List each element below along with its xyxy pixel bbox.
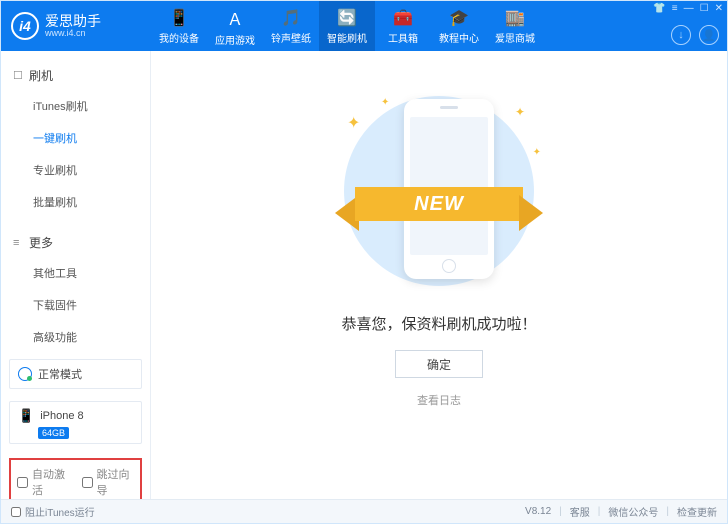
star-icon: ✦ (347, 113, 360, 133)
section-icon: ≡ (13, 237, 25, 249)
auto-activate-input[interactable] (17, 477, 28, 488)
nav-bar: 📱 我的设备 Ａ 应用游戏 🎵 铃声壁纸 🔄 智能刷机 🧰 工具箱 🎓 教程中心 🏬 爱思商城 (151, 1, 543, 51)
wardrobe-icon[interactable]: 👕 (653, 3, 665, 14)
main-content: ✦ ✦ ✦ ✦ NEW 恭喜您，保资料刷机成功啦！ 确定 查看日志 (151, 51, 727, 499)
download-icon[interactable]: ↓ (671, 25, 691, 45)
nav-label: 爱思商城 (495, 30, 535, 45)
section-icon: ☐ (13, 69, 25, 82)
menu-icon[interactable]: ≡ (672, 3, 678, 14)
nav-icon: 🔄 (337, 8, 357, 28)
skip-guide-input[interactable] (82, 477, 93, 488)
nav-item-4[interactable]: 🧰 工具箱 (375, 1, 431, 51)
sidebar-item[interactable]: 批量刷机 (33, 186, 150, 218)
sidebar-item[interactable]: iTunes刷机 (33, 90, 150, 122)
window-controls: 👕 ≡ — ☐ ✕ (653, 3, 723, 14)
version-label: V8.12 (525, 506, 551, 517)
footer-link-support[interactable]: 客服 (570, 504, 590, 519)
logo[interactable]: i4 爱思助手 www.i4.cn (1, 12, 151, 40)
nav-label: 智能刷机 (327, 30, 367, 45)
block-itunes-checkbox[interactable]: 阻止iTunes运行 (11, 504, 95, 519)
minimize-icon[interactable]: — (684, 3, 694, 14)
nav-label: 应用游戏 (215, 32, 255, 47)
nav-item-2[interactable]: 🎵 铃声壁纸 (263, 1, 319, 51)
mode-indicator[interactable]: 正常模式 (9, 359, 142, 389)
view-log-link[interactable]: 查看日志 (417, 392, 461, 408)
maximize-icon[interactable]: ☐ (700, 3, 709, 14)
side-section-head[interactable]: ≡更多 (1, 228, 150, 257)
mode-label: 正常模式 (38, 366, 82, 382)
nav-icon: 🏬 (505, 8, 525, 28)
nav-label: 教程中心 (439, 30, 479, 45)
close-icon[interactable]: ✕ (715, 3, 723, 14)
nav-item-1[interactable]: Ａ 应用游戏 (207, 1, 263, 51)
logo-icon: i4 (11, 12, 39, 40)
nav-icon: Ａ (227, 6, 243, 30)
sidebar-item[interactable]: 一键刷机 (33, 122, 150, 154)
nav-item-3[interactable]: 🔄 智能刷机 (319, 1, 375, 51)
success-illustration: ✦ ✦ ✦ ✦ NEW (329, 91, 549, 291)
ribbon: NEW (339, 181, 539, 229)
sidebar-item[interactable]: 下载固件 (33, 289, 150, 321)
star-icon: ✦ (533, 147, 541, 158)
sidebar: ☐刷机iTunes刷机一键刷机专业刷机批量刷机 ≡更多其他工具下载固件高级功能 正… (1, 51, 151, 499)
phone-icon: 📱 (18, 408, 34, 424)
nav-icon: 🎵 (281, 8, 301, 28)
success-message: 恭喜您，保资料刷机成功啦！ (341, 313, 536, 334)
star-icon: ✦ (515, 105, 525, 119)
nav-label: 工具箱 (388, 30, 418, 45)
nav-item-6[interactable]: 🏬 爱思商城 (487, 1, 543, 51)
ribbon-text: NEW (355, 187, 523, 221)
ok-button[interactable]: 确定 (395, 350, 483, 378)
sidebar-item[interactable]: 专业刷机 (33, 154, 150, 186)
brand-url: www.i4.cn (45, 28, 101, 38)
nav-label: 我的设备 (159, 30, 199, 45)
sidebar-item[interactable]: 其他工具 (33, 257, 150, 289)
header: i4 爱思助手 www.i4.cn 📱 我的设备 Ａ 应用游戏 🎵 铃声壁纸 🔄 智能刷机 🧰 工… (1, 1, 727, 51)
footer: 阻止iTunes运行 V8.12 | 客服 | 微信公众号 | 检查更新 (1, 499, 727, 523)
nav-label: 铃声壁纸 (271, 30, 311, 45)
device-indicator[interactable]: 📱 iPhone 8 64GB (9, 401, 142, 444)
nav-icon: 📱 (169, 8, 189, 28)
sidebar-item[interactable]: 高级功能 (33, 321, 150, 353)
block-itunes-input[interactable] (11, 507, 21, 517)
nav-icon: 🧰 (393, 8, 413, 28)
star-icon: ✦ (381, 97, 389, 108)
side-section-head[interactable]: ☐刷机 (1, 61, 150, 90)
user-icon[interactable]: 👤 (699, 25, 719, 45)
user-controls: ↓ 👤 (671, 25, 719, 45)
nav-icon: 🎓 (449, 8, 469, 28)
storage-badge: 64GB (38, 427, 69, 439)
brand-name: 爱思助手 (45, 14, 101, 28)
mode-dot-icon (18, 367, 32, 381)
footer-link-wechat[interactable]: 微信公众号 (608, 504, 658, 519)
skip-guide-checkbox[interactable]: 跳过向导 (82, 466, 135, 498)
footer-link-update[interactable]: 检查更新 (677, 504, 717, 519)
nav-item-5[interactable]: 🎓 教程中心 (431, 1, 487, 51)
nav-item-0[interactable]: 📱 我的设备 (151, 1, 207, 51)
device-name: iPhone 8 (40, 410, 83, 422)
auto-activate-checkbox[interactable]: 自动激活 (17, 466, 70, 498)
